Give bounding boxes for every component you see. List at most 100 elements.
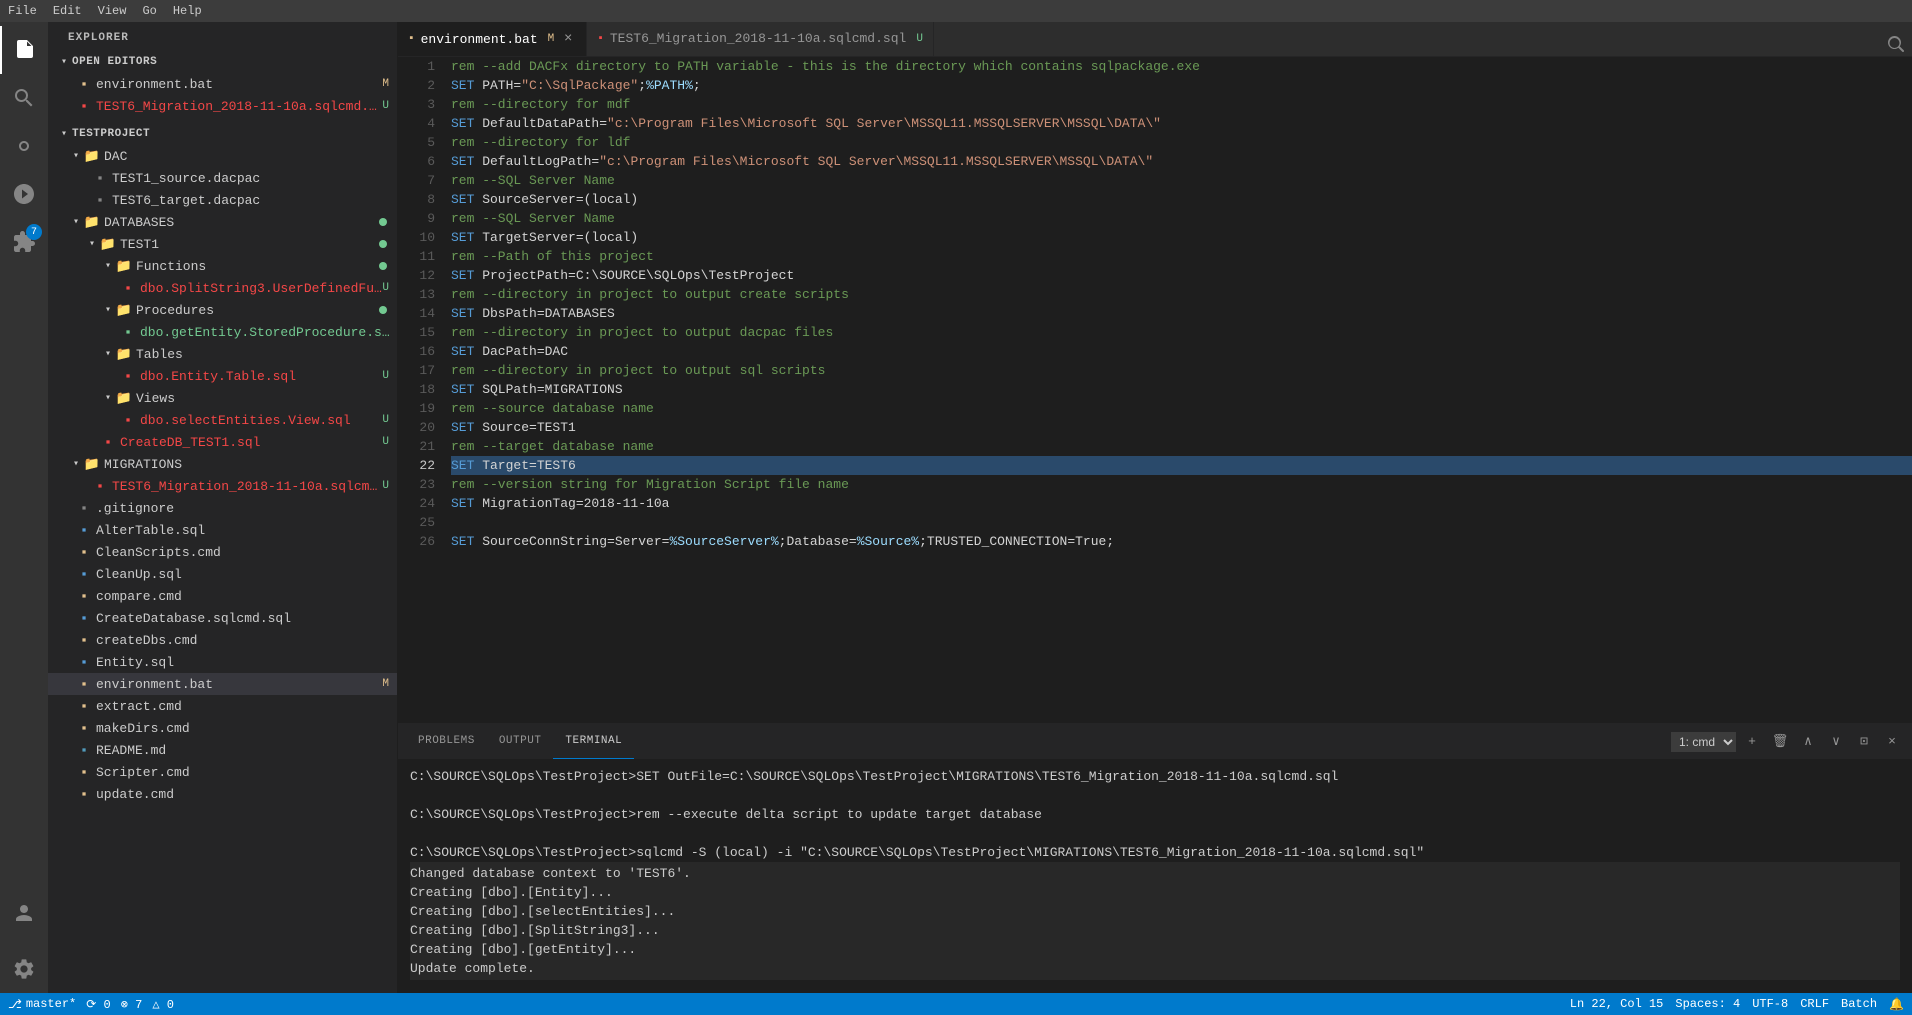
open-editors-header[interactable]: ▾ Open Editors [48, 51, 397, 73]
procedures-folder[interactable]: ▾ 📁 Procedures [48, 299, 397, 321]
status-errors[interactable]: ⊗ 7 [121, 997, 143, 1012]
tab-problems[interactable]: PROBLEMS [406, 724, 487, 759]
tab-migration-sql[interactable]: ▪ TEST6_Migration_2018-11-10a.sqlcmd.sql… [587, 22, 934, 56]
cleanup-sql[interactable]: ▪ CleanUp.sql [48, 563, 397, 585]
gitignore-icon: ▪ [76, 500, 92, 516]
selectentities-sql[interactable]: ▪ dbo.selectEntities.View.sql U [48, 409, 397, 431]
scripter-cmd[interactable]: ▪ Scripter.cmd [48, 761, 397, 783]
makedirs-cmd[interactable]: ▪ makeDirs.cmd [48, 717, 397, 739]
selectentities-icon: ▪ [120, 412, 136, 428]
panel-close-btn[interactable]: × [1880, 730, 1904, 754]
tab-sql-badge: U [916, 33, 923, 45]
titlebar-menu[interactable]: File Edit View Go Help [8, 4, 202, 18]
bat-file-icon: ▪ [76, 76, 92, 92]
open-editor-bat[interactable]: ▪ environment.bat M [48, 73, 397, 95]
entity-table-icon: ▪ [120, 368, 136, 384]
status-sync[interactable]: ⟳ 0 [86, 997, 110, 1012]
terminal-line-4 [410, 824, 1900, 843]
code-line-26: SET SourceConnString=Server=%SourceServe… [451, 532, 1912, 551]
createdb-sql[interactable]: ▪ CreateDB_TEST1.sql U [48, 431, 397, 453]
entity-table-sql[interactable]: ▪ dbo.Entity.Table.sql U [48, 365, 397, 387]
terminal-line-11: Update complete. [410, 959, 1900, 978]
terminal-line-5: C:\SOURCE\SQLOps\TestProject>sqlcmd -S (… [410, 843, 1900, 862]
panel-up-btn[interactable]: ∧ [1796, 730, 1820, 754]
status-eol[interactable]: CRLF [1800, 997, 1829, 1011]
terminal-line-8: Creating [dbo].[selectEntities]... [410, 902, 1900, 921]
functions-folder-icon: 📁 [116, 258, 132, 274]
readme-md[interactable]: ▪ README.md [48, 739, 397, 761]
dac-test6-label: TEST6_target.dacpac [112, 193, 260, 208]
createdatabase-sql[interactable]: ▪ CreateDatabase.sqlcmd.sql [48, 607, 397, 629]
migration-sql[interactable]: ▪ TEST6_Migration_2018-11-10a.sqlcmd.sql… [48, 475, 397, 497]
environment-bat[interactable]: ▪ environment.bat M [48, 673, 397, 695]
dac-folder[interactable]: ▾ 📁 DAC [48, 145, 397, 167]
scm-activity-icon[interactable] [0, 122, 48, 170]
test1-dot [379, 240, 387, 248]
altertable-sql[interactable]: ▪ AlterTable.sql [48, 519, 397, 541]
status-warnings[interactable]: △ 0 [152, 997, 174, 1012]
migration-sql-badge: U [382, 480, 389, 492]
entity-table-label: dbo.Entity.Table.sql [140, 369, 296, 384]
menu-view[interactable]: View [98, 4, 127, 18]
extensions-badge: 7 [26, 224, 42, 240]
tab-output[interactable]: OUTPUT [487, 724, 554, 759]
testproject-header[interactable]: ▾ TESTPROJECT [48, 123, 397, 145]
tables-folder[interactable]: ▾ 📁 Tables [48, 343, 397, 365]
accounts-activity-icon[interactable] [0, 889, 48, 937]
gitignore-file[interactable]: ▪ .gitignore [48, 497, 397, 519]
panel-tabs: PROBLEMS OUTPUT TERMINAL 1: cmd + 🗑 ∧ ∨ … [398, 724, 1912, 759]
editor-content[interactable]: 1 2 3 4 5 6 7 8 9 10 11 12 13 14 15 16 1 [398, 57, 1912, 723]
code-lines[interactable]: rem --add DACFx directory to PATH variab… [443, 57, 1912, 723]
status-position[interactable]: Ln 22, Col 15 [1570, 997, 1664, 1011]
cleanscripts-cmd[interactable]: ▪ CleanScripts.cmd [48, 541, 397, 563]
functions-folder[interactable]: ▾ 📁 Functions [48, 255, 397, 277]
selectentities-label: dbo.selectEntities.View.sql [140, 413, 351, 428]
settings-activity-icon[interactable] [0, 945, 48, 993]
views-folder[interactable]: ▾ 📁 Views [48, 387, 397, 409]
entity-sql[interactable]: ▪ Entity.sql [48, 651, 397, 673]
tab-environment-bat[interactable]: ▪ environment.bat M × [398, 22, 587, 56]
menu-go[interactable]: Go [142, 4, 156, 18]
code-line-12: SET ProjectPath=C:\SOURCE\SQLOps\TestPro… [451, 266, 1912, 285]
menu-help[interactable]: Help [173, 4, 202, 18]
terminal-content[interactable]: C:\SOURCE\SQLOps\TestProject>SET OutFile… [398, 759, 1912, 993]
tab-terminal[interactable]: TERMINAL [553, 724, 634, 759]
createdbs-cmd[interactable]: ▪ createDbs.cmd [48, 629, 397, 651]
debug-activity-icon[interactable] [0, 170, 48, 218]
status-spaces[interactable]: Spaces: 4 [1675, 997, 1740, 1011]
panel-split-btn[interactable]: ⊡ [1852, 730, 1876, 754]
status-left: ⎇ master* ⟳ 0 ⊗ 7 △ 0 [8, 997, 174, 1012]
open-editor-sql-label: TEST6_Migration_2018-11-10a.sqlcmd.sql [96, 99, 382, 114]
files-activity-icon[interactable] [0, 26, 48, 74]
menu-edit[interactable]: Edit [53, 4, 82, 18]
dac-test1-source[interactable]: ▪ TEST1_source.dacpac [48, 167, 397, 189]
terminal-dropdown[interactable]: 1: cmd [1671, 732, 1736, 752]
status-encoding[interactable]: UTF-8 [1752, 997, 1788, 1011]
splitstring-icon: ▪ [120, 280, 136, 296]
cleanup-icon: ▪ [76, 566, 92, 582]
getentity-sql[interactable]: ▪ dbo.getEntity.StoredProcedure.sql [48, 321, 397, 343]
open-editors-arrow: ▾ [56, 54, 72, 70]
menu-file[interactable]: File [8, 4, 37, 18]
createdbs-label: createDbs.cmd [96, 633, 197, 648]
panel-delete-btn[interactable]: 🗑 [1768, 730, 1792, 754]
migrations-folder[interactable]: ▾ 📁 MIGRATIONS [48, 453, 397, 475]
search-activity-icon[interactable] [0, 74, 48, 122]
editor-search-icon[interactable] [1888, 36, 1904, 56]
status-branch[interactable]: ⎇ master* [8, 997, 76, 1012]
update-cmd[interactable]: ▪ update.cmd [48, 783, 397, 805]
databases-folder[interactable]: ▾ 📁 DATABASES [48, 211, 397, 233]
compare-cmd[interactable]: ▪ compare.cmd [48, 585, 397, 607]
panel-down-btn[interactable]: ∨ [1824, 730, 1848, 754]
status-language[interactable]: Batch [1841, 997, 1877, 1011]
splitstring-sql[interactable]: ▪ dbo.SplitString3.UserDefinedFunction.s… [48, 277, 397, 299]
status-feedback-icon[interactable]: 🔔 [1889, 997, 1904, 1012]
panel-add-btn[interactable]: + [1740, 730, 1764, 754]
cleanscripts-icon: ▪ [76, 544, 92, 560]
dac-test6-target[interactable]: ▪ TEST6_target.dacpac [48, 189, 397, 211]
extensions-activity-icon[interactable]: 7 [0, 218, 48, 266]
test1-folder[interactable]: ▾ 📁 TEST1 [48, 233, 397, 255]
open-editor-sql[interactable]: ▪ TEST6_Migration_2018-11-10a.sqlcmd.sql… [48, 95, 397, 117]
tab-bat-close[interactable]: × [560, 31, 576, 47]
extract-cmd[interactable]: ▪ extract.cmd [48, 695, 397, 717]
